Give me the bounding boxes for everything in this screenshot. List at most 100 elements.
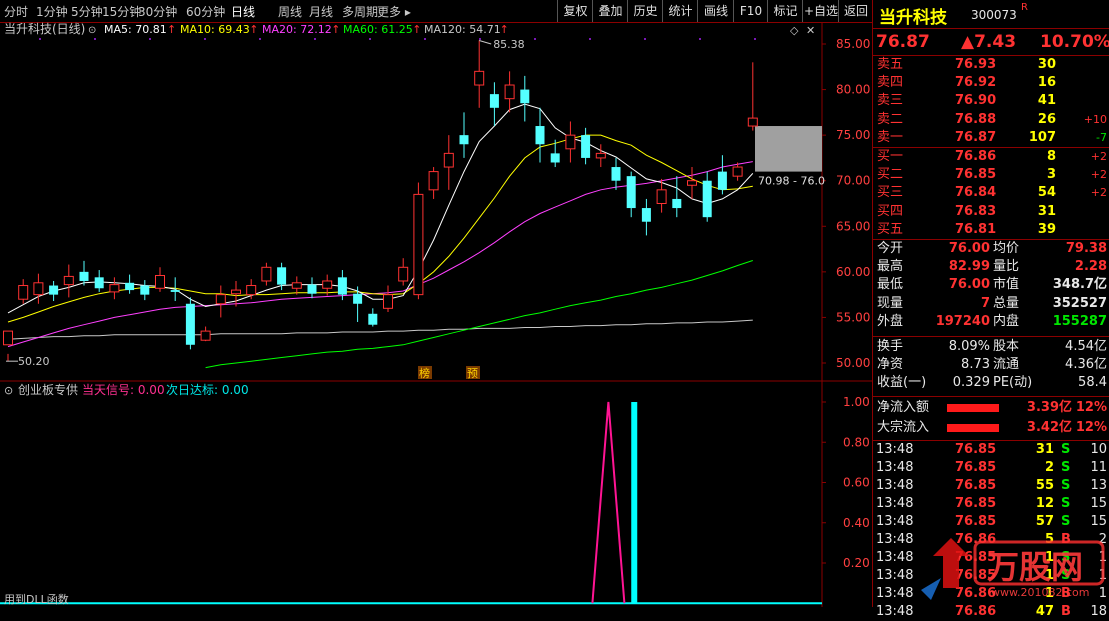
candle-body [140,285,150,295]
period-tab[interactable]: 5分钟 [71,3,103,20]
candle-body [428,171,439,191]
candle-body [489,94,499,108]
period-tab[interactable]: 日线 [231,3,255,20]
tick-row[interactable]: 13:48 76.86 47 B 18 [873,603,1109,621]
ma-arrow-icon: ↑ [249,23,258,36]
stat-label: 总量 [993,295,1020,311]
dot-marker [149,38,151,40]
close-icon[interactable]: ✕ [806,24,815,37]
bid-price: 76.85 [955,167,997,183]
dot-marker [534,38,536,40]
fund-row: 收益(一) 0.329 PE(动) 58.4 [873,374,1109,392]
dot-marker [204,38,206,40]
sub-footer: 用到DLL函数 [4,593,69,606]
dot-marker [314,38,316,40]
low-price-label: 50.20 [18,355,50,368]
bid-price: 76.83 [955,203,997,219]
settings-icon[interactable]: ⊙ [88,25,96,36]
candle-body [626,176,636,209]
candle-body [261,266,272,282]
period-tab[interactable]: 周线 [278,3,302,20]
candle-body [200,330,211,341]
candle-body [595,152,606,159]
fund-value: 8.09% [948,339,990,354]
period-tab[interactable]: 60分钟 [186,3,225,20]
fund-value: 58.4 [1078,375,1107,391]
sub-settings-icon[interactable]: ⊙ [4,384,13,397]
watermark-text: 万股网 [987,548,1084,586]
stat-value: 197240 [935,313,990,329]
bid-price: 76.84 [955,185,997,201]
tick-volume: 47 [1035,604,1054,619]
divider [873,396,1109,397]
period-tab[interactable]: 月线 [309,3,333,20]
tick-time: 13:48 [876,514,914,529]
ask-row: 卖五 76.93 30 [873,56,1109,74]
toolbar-action-button[interactable]: 历史 [627,0,663,22]
tick-time: 13:48 [876,604,914,619]
toolbar-action-button[interactable]: +自选 [802,0,839,22]
quote-panel: 当升科技 300073 R 76.87 ▲7.43 10.70% 卖五 76.93… [872,0,1109,619]
tick-volume: 55 [1035,478,1054,493]
period-toolbar: 分时 1分钟 5分钟 15分钟 30分钟 60分钟 日线 周线 月线 多周期 更多 ▸ 复权 叠加 历史统… [0,0,872,23]
candle-body [581,135,591,158]
candle-body [79,271,89,281]
toolbar-action-button[interactable]: 统计 [662,0,698,22]
candle-body [33,282,44,296]
period-tab[interactable]: 分时 [4,3,28,20]
ma-legend-label: MA5: 70.81 [104,23,167,36]
stat-value: 2.28 [1074,259,1107,275]
candle-body [49,285,59,295]
ma-legend-label: MA20: 72.12 [262,23,332,36]
ask-change: -7 [1096,130,1107,144]
tick-row[interactable]: 13:48 76.85 31 S 10 [873,441,1109,459]
fund-label: 换手 [877,339,904,354]
candle-body [170,290,180,292]
stat-label: 今开 [877,241,904,256]
tick-price: 76.86 [955,604,997,619]
tick-time: 13:48 [876,442,914,457]
bid-change: +2 [1090,150,1107,163]
period-tab[interactable]: 1分钟 [36,3,68,20]
toolbar-action-button[interactable]: F10 [733,0,768,22]
y-tick-label: 65.00 [836,219,870,233]
bid-change: +2 [1090,186,1107,200]
diamond-icon[interactable]: ◇ [790,24,799,37]
dot-marker [259,38,261,40]
stat-row: 最高 82.99 量比 2.28 [873,258,1109,276]
bid-volume: 8 [1046,149,1056,164]
sub-y-tick-label: 0.60 [843,476,870,490]
ma-arrow-icon: ↑ [500,23,509,36]
ask-volume: 30 [1037,57,1056,72]
tick-row[interactable]: 13:48 76.85 55 S 13 [873,477,1109,495]
fund-value: 4.54亿 [1065,339,1107,354]
candle-body [413,193,424,296]
period-tab[interactable]: 更多 ▸ [377,3,411,20]
flow-label: 大宗流入 [877,420,930,435]
toolbar-action-button[interactable]: 复权 [557,0,593,22]
dot-marker [699,38,701,40]
toolbar-action-button[interactable]: 返回 [838,0,873,22]
toolbar-action-button[interactable]: 叠加 [592,0,628,22]
tick-row[interactable]: 13:48 76.85 2 S 11 [873,459,1109,477]
tick-time: 13:48 [876,478,914,493]
toolbar-action-button[interactable]: 标记 [767,0,803,22]
period-tab[interactable]: 30分钟 [138,3,177,20]
ask-row: 卖二 76.88 26 +10 [873,111,1109,129]
tick-count: 13 [1090,478,1107,493]
ask-price: 76.87 [955,129,997,145]
tick-row[interactable]: 13:48 76.85 12 S 15 [873,495,1109,513]
dot-marker [754,38,756,40]
fund-label: 股本 [993,339,1020,354]
period-tab[interactable]: 多周期 [342,3,378,20]
period-tab[interactable]: 15分钟 [102,3,141,20]
candle-body [702,180,712,218]
event-marker-label: 榜 [419,366,430,380]
chart-area[interactable]: 当升科技(日线) ⊙ MA5: 70.81 ↑ MA10: 69.43 ↑ MA20: 72… [0,22,872,607]
ask-volume: 107 [1028,129,1056,145]
kline-chart[interactable]: 当升科技(日线) ⊙ MA5: 70.81 ↑ MA10: 69.43 ↑ MA20: 72… [0,22,872,607]
stat-label: 量比 [993,259,1020,275]
fund-row: 净资 8.73 流通 4.36亿 [873,356,1109,374]
high-price-label: 85.38 [493,38,525,51]
toolbar-action-button[interactable]: 画线 [697,0,734,22]
